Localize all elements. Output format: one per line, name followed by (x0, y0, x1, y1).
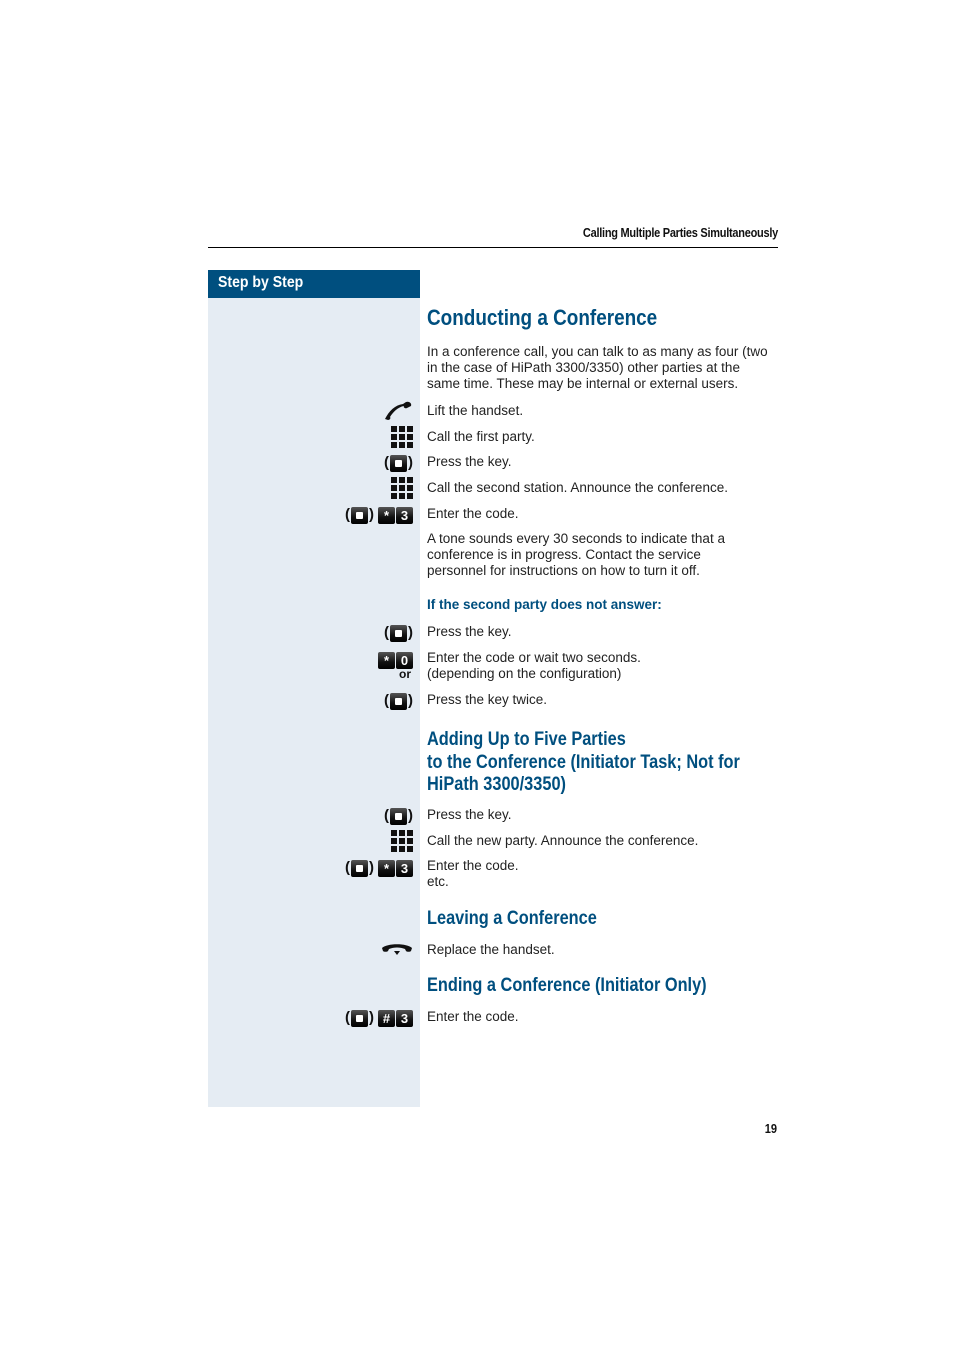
step-text: Call the second station. Announce the co… (427, 480, 728, 495)
title-line: to the Conference (Initiator Task; Not f… (427, 751, 740, 773)
code-keys: * 3 (378, 506, 413, 524)
intro-line: in the case of HiPath 3300/3350) other p… (427, 360, 740, 375)
step-text: Call the first party. (427, 429, 535, 444)
intro-paragraph: In a conference call, you can talk to as… (427, 344, 768, 392)
keypad-icon (391, 477, 413, 499)
step-icon-group (391, 426, 413, 448)
step-icon-group: () (384, 453, 413, 473)
step-icon-group: () (384, 623, 413, 643)
step-text: Press the key. (427, 454, 512, 469)
handset-replace-icon (382, 944, 412, 955)
section-title-leaving: Leaving a Conference (427, 908, 597, 929)
note-line: A tone sounds every 30 seconds to indica… (427, 531, 725, 546)
section-title-adding: Adding Up to Five Parties to the Confere… (427, 729, 740, 797)
function-key-icon: () (384, 807, 413, 825)
section-title-conducting: Conducting a Conference (427, 305, 658, 330)
step-icon-group: () (384, 691, 413, 711)
note-line: conference is in progress. Contact the s… (427, 547, 701, 562)
digit-key-icon: 3 (396, 1009, 413, 1027)
keypad-icon (391, 426, 413, 448)
star-key-icon: * (378, 506, 395, 524)
hash-key-icon: # (378, 1009, 395, 1027)
step-text: Enter the code. (427, 1009, 519, 1024)
step-icon-group (383, 401, 413, 421)
step-text: Call the new party. Announce the confere… (427, 833, 699, 848)
step-text-line: Enter the code. (427, 858, 519, 873)
or-label: or (399, 667, 411, 681)
intro-line: In a conference call, you can talk to as… (427, 344, 768, 359)
star-key-icon: * (378, 651, 395, 669)
step-text: Press the key twice. (427, 692, 548, 707)
step-text-line: (depending on the configuration) (427, 666, 622, 681)
step-text-line: etc. (427, 874, 449, 889)
function-key-icon: () (345, 1009, 374, 1027)
function-key-icon: () (384, 692, 413, 710)
digit-key-icon: 3 (396, 506, 413, 524)
title-line: HiPath 3300/3350) (427, 774, 566, 795)
sidebar-header: Step by Step (208, 270, 420, 298)
note-line: personnel for instructions on how to tur… (427, 563, 700, 578)
handset-lift-icon (385, 401, 412, 420)
step-text: Press the key. (427, 807, 512, 822)
tone-note: A tone sounds every 30 seconds to indica… (427, 531, 725, 579)
function-key-icon: () (345, 859, 374, 877)
step-text: Enter the code or wait two seconds. (dep… (427, 650, 641, 682)
step-text-line: Enter the code or wait two seconds. (427, 650, 641, 665)
step-icon-group: () * 3 (345, 858, 413, 878)
section-title-ending: Ending a Conference (Initiator Only) (427, 975, 707, 996)
code-keys: * 3 (378, 859, 413, 877)
step-icon-group (391, 477, 413, 499)
running-head: Calling Multiple Parties Simultaneously (582, 226, 778, 240)
intro-line: same time. These may be internal or exte… (427, 376, 739, 391)
keypad-icon (391, 830, 413, 852)
step-text: Lift the handset. (427, 403, 524, 418)
step-text: Press the key. (427, 624, 512, 639)
code-keys: * 0 (378, 651, 413, 669)
step-icon-group: () # 3 (345, 1008, 413, 1028)
step-text: Enter the code. etc. (427, 858, 519, 890)
function-key-icon: () (384, 454, 413, 472)
page-number: 19 (764, 1121, 777, 1136)
sub-heading-no-answer: If the second party does not answer: (427, 597, 662, 612)
header-rule (208, 247, 778, 248)
sidebar-title: Step by Step (218, 274, 304, 291)
digit-key-icon: 3 (396, 859, 413, 877)
title-line: Adding Up to Five Parties (427, 729, 626, 750)
function-key-icon: () (384, 624, 413, 642)
step-icon-group (391, 830, 413, 852)
step-icon-group: () (384, 806, 413, 826)
step-text: Enter the code. (427, 506, 519, 521)
digit-key-icon: 0 (396, 651, 413, 669)
step-text: Replace the handset. (427, 942, 555, 957)
star-key-icon: * (378, 859, 395, 877)
function-key-icon: () (345, 506, 374, 524)
code-keys: # 3 (378, 1009, 413, 1027)
step-icon-group: () * 3 (345, 505, 413, 525)
step-icon-group (381, 940, 413, 960)
